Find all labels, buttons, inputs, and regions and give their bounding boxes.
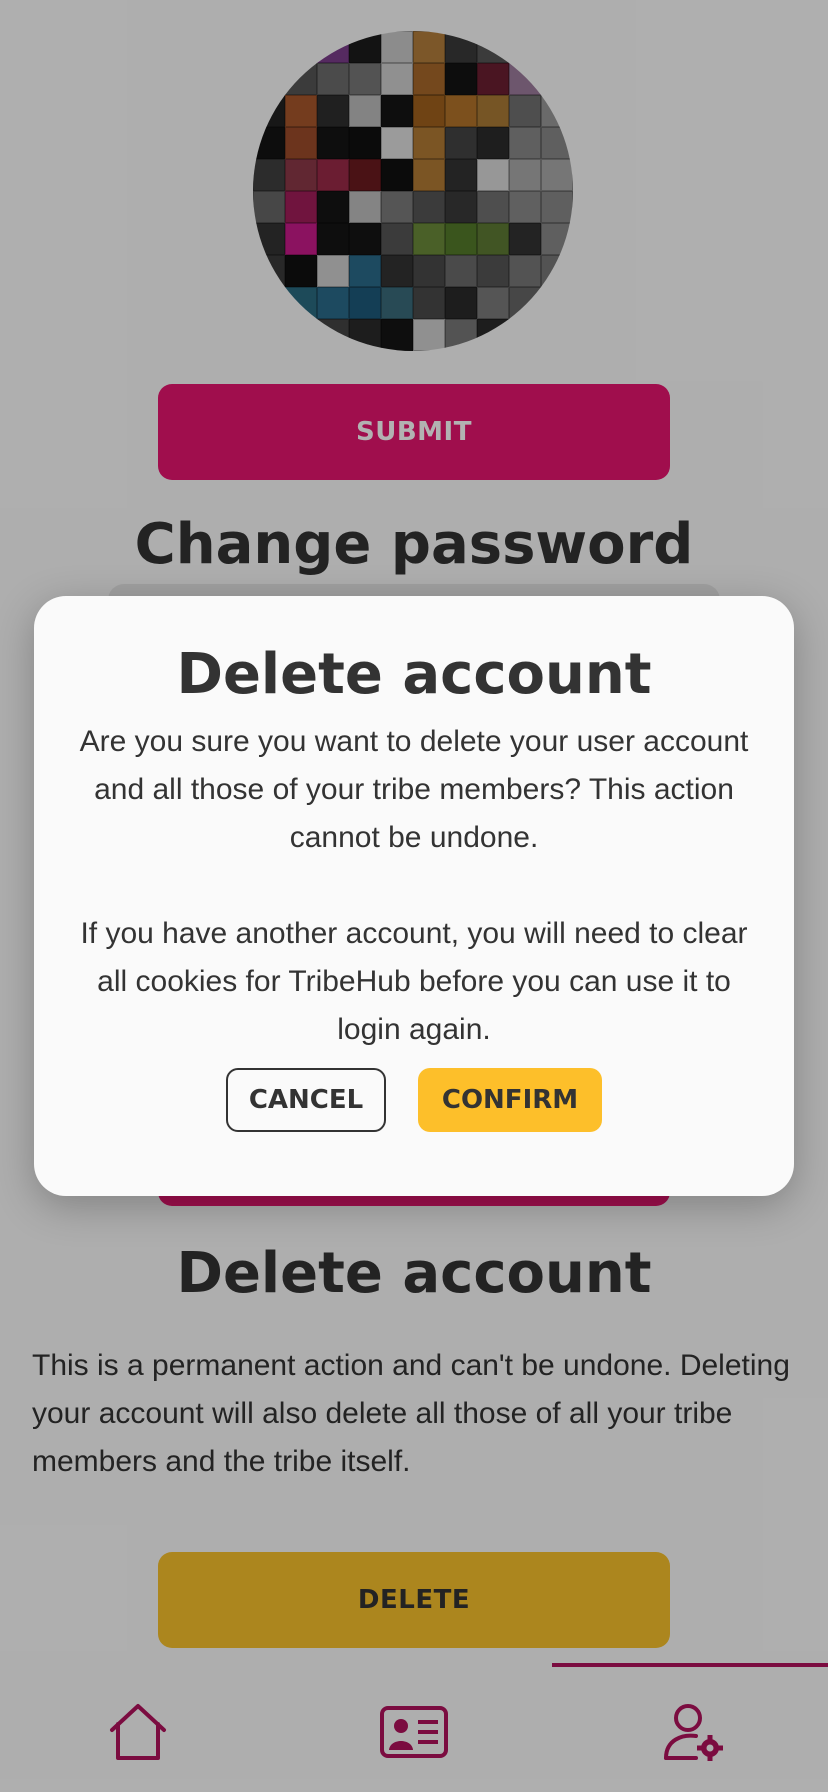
cancel-button[interactable]: CANCEL: [226, 1068, 386, 1132]
dialog-title: Delete account: [176, 642, 652, 707]
delete-account-dialog: Delete account Are you sure you want to …: [34, 596, 794, 1196]
dialog-actions: CANCEL CONFIRM: [34, 1068, 794, 1132]
confirm-button[interactable]: CONFIRM: [418, 1068, 602, 1132]
dialog-message: Are you sure you want to delete your use…: [79, 725, 749, 854]
dialog-cookie-note: If you have another account, you will ne…: [80, 917, 748, 1046]
